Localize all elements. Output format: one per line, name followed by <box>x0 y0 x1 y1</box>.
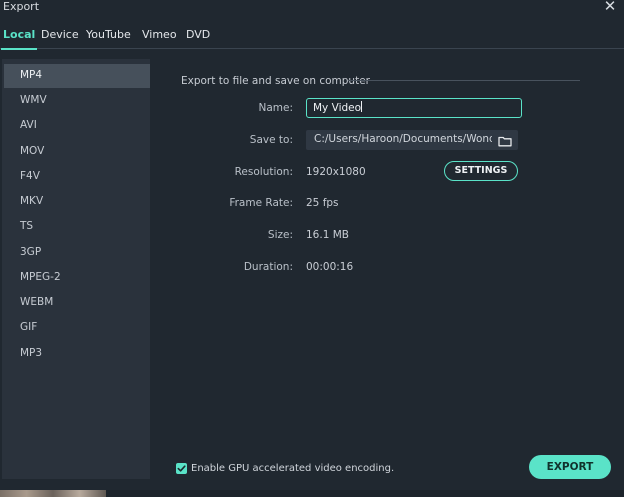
format-item-mp4[interactable]: MP4 <box>4 64 150 88</box>
section-divider <box>348 80 580 81</box>
checkmark-icon <box>177 465 186 472</box>
format-label: F4V <box>20 170 40 182</box>
format-label: WMV <box>20 94 47 106</box>
size-label: Size: <box>267 229 293 241</box>
frame-rate-value: 25 fps <box>306 197 339 209</box>
gpu-checkbox[interactable] <box>176 463 187 474</box>
size-value: 16.1 MB <box>306 229 349 241</box>
format-item-mpeg2[interactable]: MPEG-2 <box>4 266 150 290</box>
save-path-value: C:/Users/Haroon/Documents/Wondersha <box>314 133 492 145</box>
close-icon[interactable]: ✕ <box>602 0 618 14</box>
tab-dvd[interactable]: DVD <box>186 28 210 41</box>
tab-vimeo[interactable]: Vimeo <box>142 28 177 41</box>
format-item-3gp[interactable]: 3GP <box>4 241 150 265</box>
folder-icon[interactable] <box>498 133 512 147</box>
tab-device[interactable]: Device <box>41 28 79 41</box>
duration-value: 00:00:16 <box>306 261 354 273</box>
text-caret <box>361 101 363 112</box>
gpu-label: Enable GPU accelerated video encoding. <box>191 463 395 474</box>
format-label: TS <box>20 220 34 232</box>
format-label: 3GP <box>20 246 42 258</box>
format-list: MP4 WMV AVI MOV F4V MKV TS 3GP MPEG-2 WE… <box>2 59 150 479</box>
save-path-field[interactable]: C:/Users/Haroon/Documents/Wondersha <box>306 130 518 150</box>
format-item-webm[interactable]: WEBM <box>4 291 150 315</box>
format-item-mp3[interactable]: MP3 <box>4 342 150 366</box>
format-item-mov[interactable]: MOV <box>4 140 150 164</box>
name-input-value: My Video <box>313 102 362 114</box>
frame-rate-label: Frame Rate: <box>229 197 293 209</box>
tab-youtube[interactable]: YouTube <box>86 28 131 41</box>
background-thumbnail <box>0 490 106 497</box>
format-label: GIF <box>20 321 38 333</box>
format-label: MP3 <box>20 347 43 359</box>
duration-label: Duration: <box>243 261 293 273</box>
format-item-avi[interactable]: AVI <box>4 114 150 138</box>
title-bar: Export ✕ <box>0 0 624 18</box>
export-button[interactable]: EXPORT <box>529 455 611 479</box>
resolution-value: 1920x1080 <box>306 166 366 178</box>
format-label: MP4 <box>20 69 43 81</box>
format-label: MPEG-2 <box>20 271 61 283</box>
tab-bar: Local Device YouTube Vimeo DVD <box>0 18 624 50</box>
tab-local[interactable]: Local <box>0 28 38 50</box>
format-label: WEBM <box>20 296 54 308</box>
format-item-ts[interactable]: TS <box>4 215 150 239</box>
save-to-label: Save to: <box>249 134 293 146</box>
format-item-gif[interactable]: GIF <box>4 316 150 340</box>
window-title: Export <box>3 0 40 13</box>
section-title: Export to file and save on computer <box>181 75 370 87</box>
format-item-mkv[interactable]: MKV <box>4 190 150 214</box>
format-item-f4v[interactable]: F4V <box>4 165 150 189</box>
settings-button[interactable]: SETTINGS <box>444 161 518 181</box>
format-label: AVI <box>20 119 37 131</box>
name-input[interactable]: My Video <box>306 98 522 118</box>
format-label: MOV <box>20 145 45 157</box>
resolution-label: Resolution: <box>234 166 293 178</box>
format-item-wmv[interactable]: WMV <box>4 89 150 113</box>
format-label: MKV <box>20 195 44 207</box>
name-label: Name: <box>258 102 293 114</box>
